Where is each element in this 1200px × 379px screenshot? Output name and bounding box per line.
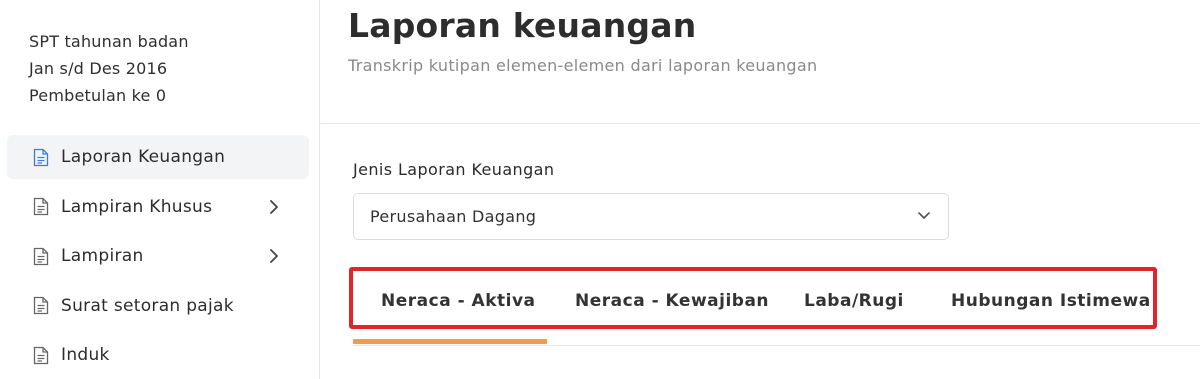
spt-type: SPT tahunan badan: [29, 32, 189, 51]
tab-neraca-kewajiban[interactable]: Neraca - Kewajiban: [575, 291, 769, 311]
sidebar-item-label: Surat setoran pajak: [61, 295, 234, 316]
spt-period: Jan s/d Des 2016: [29, 59, 168, 78]
page-title: Laporan keuangan: [348, 6, 697, 45]
jenis-laporan-select[interactable]: Perusahaan Dagang: [353, 193, 949, 240]
spt-info: SPT tahunan badan Jan s/d Des 2016 Pembe…: [29, 28, 189, 109]
document-icon: [33, 197, 49, 216]
tabs-divider: [353, 345, 1200, 346]
chevron-right-icon[interactable]: [269, 248, 279, 264]
tab-laba-rugi[interactable]: Laba/Rugi: [804, 291, 904, 311]
sidebar-nav: Laporan Keuangan Lampiran Khusus Lampira…: [7, 135, 309, 379]
sidebar-item-label: Laporan Keuangan: [61, 147, 226, 167]
document-icon: [33, 296, 49, 315]
tab-bar: Neraca - Aktiva Neraca - Kewajiban Laba/…: [349, 267, 1157, 329]
tab-hubungan-istimewa[interactable]: Hubungan Istimewa: [951, 291, 1151, 311]
sidebar-item-lampiran[interactable]: Lampiran: [7, 234, 309, 278]
sidebar-item-lampiran-khusus[interactable]: Lampiran Khusus: [7, 185, 309, 229]
chevron-right-icon[interactable]: [269, 199, 279, 215]
tab-neraca-aktiva[interactable]: Neraca - Aktiva: [381, 291, 536, 311]
spt-revision: Pembetulan ke 0: [29, 86, 167, 105]
document-icon: [33, 148, 49, 166]
sidebar-item-label: Lampiran Khusus: [61, 196, 213, 217]
sidebar-item-label: Lampiran: [61, 246, 144, 266]
header-divider: [321, 123, 1200, 124]
sidebar: SPT tahunan badan Jan s/d Des 2016 Pembe…: [0, 0, 320, 379]
app-window: SPT tahunan badan Jan s/d Des 2016 Pembe…: [0, 0, 1200, 379]
sidebar-item-label: Induk: [61, 345, 110, 365]
main-content: Laporan keuangan Transkrip kutipan eleme…: [321, 0, 1200, 379]
sidebar-item-laporan-keuangan[interactable]: Laporan Keuangan: [7, 135, 309, 179]
sidebar-item-induk[interactable]: Induk: [7, 333, 309, 377]
active-tab-indicator: [353, 339, 547, 344]
jenis-laporan-value: Perusahaan Dagang: [370, 207, 537, 226]
page-subtitle: Transkrip kutipan elemen-elemen dari lap…: [348, 56, 818, 75]
document-icon: [33, 247, 49, 265]
document-icon: [33, 346, 49, 364]
jenis-laporan-label: Jenis Laporan Keuangan: [353, 160, 555, 179]
sidebar-item-surat-setoran-pajak[interactable]: Surat setoran pajak: [7, 284, 309, 328]
chevron-down-icon: [918, 212, 930, 219]
